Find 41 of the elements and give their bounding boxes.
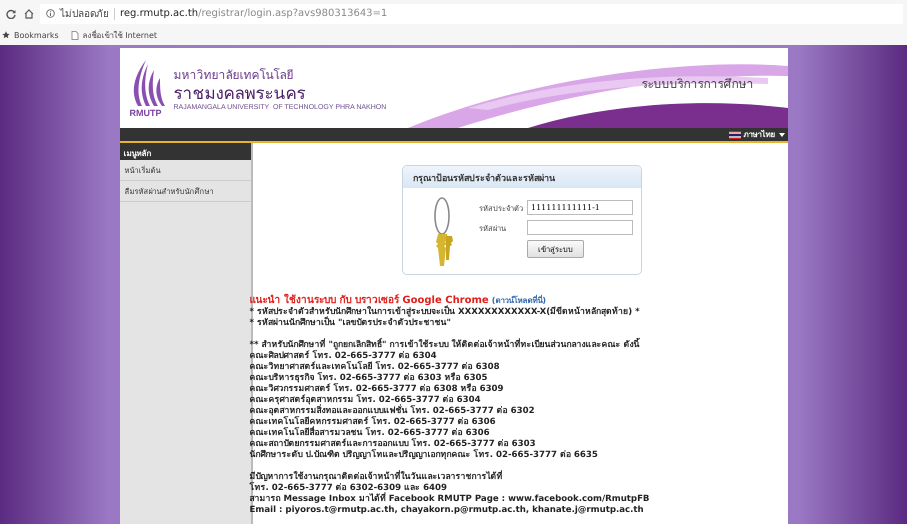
notice-text: คณะเทคโนโลยีคหกรรมศาสตร์ โทร. 02-665-3777 ต่อ 6306 [250, 417, 497, 427]
caret-icon [778, 132, 784, 136]
notice-text: * รหัสประจำตัวสำหรับนักศึกษาในการเข้าสู่ระบบจะเป็น XXXXXXXXXXXX-X(มีขีดหน้าหลักสุดท้าย) * [250, 307, 641, 317]
notice-text: คณะวิศวกรรมศาสตร์ โทร. 02-665-3777 ต่อ 6308 หรือ 6309 [250, 384, 505, 394]
flag-icon [728, 130, 740, 138]
notice-text: คณะเทคโนโลยีสื่อสารมวลชน โทร. 02-665-3777 ต่อ 6306 [250, 428, 491, 438]
notice-text: คณะบริหารธุรกิจ โทร. 02-665-3777 ต่อ 6303 หรือ 6305 [250, 373, 489, 383]
sidebar-title: เมนูหลัก [120, 143, 250, 160]
notice-text: คณะวิทยาศาสตร์และเทคโนโลยี โทร. 02-665-3777 ต่อ 6308 [250, 362, 501, 372]
bookmark-link[interactable]: Bookmarks [2, 30, 59, 40]
address-bar[interactable]: ไม่ปลอดภัย reg.rmutp.ac.th/registrar/login.asp?avs980313643=1 [40, 4, 903, 24]
notice-heading: แนะนำ ใช้งานระบบ กับ บราวเซอร์ Google Chrome [250, 295, 489, 306]
star-icon [2, 31, 10, 39]
logo-text: RMUTP [130, 108, 162, 118]
info-icon [46, 9, 55, 18]
university-name: มหาวิทยาลัยเทคโนโลยี [174, 67, 294, 84]
home-button[interactable] [22, 6, 36, 20]
notice-text: คณะสถาปัตยกรรมศาสตร์และการออกแบบ โทร. 02-665-3777 ต่อ 6303 [250, 439, 537, 449]
security-label: ไม่ปลอดภัย [60, 7, 109, 21]
system-title: ระบบบริการการศึกษา [642, 76, 754, 93]
notice-text: คณะศิลปศาสตร์ โทร. 02-665-3777 ต่อ 6304 [250, 351, 438, 361]
reload-icon [6, 8, 16, 18]
bookmark-link[interactable]: ลงชื่อเข้าใช้ Internet [70, 28, 158, 42]
page-icon [70, 30, 79, 40]
notice-text: มีปัญหาการใช้งานกรุณาติดต่อเจ้าหน้าที่ในวันและเวลาราชการได้ที่ [250, 472, 504, 482]
university-name: ราชมงคลพระนคร [174, 84, 306, 104]
notice-text: ** สำหรับนักศึกษาที่ "ถูกยกเลิกสิทธิ์" การเข้าใช้ระบบ ให้ติดต่อเจ้าหน้าที่ทะเบียนส่วนกลางและคณะ ดังนี้ [250, 340, 788, 351]
input-field[interactable] [527, 220, 633, 235]
notice-text: คณะครุศาสตร์อุตสาหกรรม โทร. 02-665-3777 ต่อ 6304 [250, 395, 482, 405]
notice-text: โทร. 02-665-3777 ต่อ 6302-6309 และ 6409 [250, 483, 448, 493]
notice-text: Email : piyoros.t@rmutp.ac.th, chayakorn.p@rmutp.ac.th, khanate.j@rmutp.ac.th [250, 505, 645, 516]
url-text: reg.rmutp.ac.th/registrar/login.asp?avs980313643=1 [120, 8, 388, 19]
notice-text: สามารถ Message Inbox มาได้ที่ Facebook RMUTP Page : www.facebook.com/RmutpFB [250, 494, 650, 505]
download-link[interactable]: (ดาวน์โหลดที่นี่) [492, 296, 546, 305]
notice-text: คณะอุตสาหกรรมสิ่งทอและออกแบบแฟชั่น โทร. 02-665-3777 ต่อ 6302 [250, 406, 536, 416]
notice-text: นักศึกษาระดับ ป.บัณฑิต ปริญญาโทและปริญญาเอกทุกคณะ โทร. 02-665-3777 ต่อ 6635 [250, 450, 599, 461]
notice-text: * รหัสผ่านนักศึกษาเป็น "เลขบัตรประจำตัวประชาชน" [250, 318, 451, 329]
home-icon [24, 8, 34, 18]
language-menu[interactable]: ภาษาไทย [726, 128, 788, 141]
input-field[interactable]: 111111111111-1 [527, 200, 633, 215]
login-title: กรุณาป้อนรหัสประจำตัวและรหัสผ่าน [403, 166, 641, 188]
